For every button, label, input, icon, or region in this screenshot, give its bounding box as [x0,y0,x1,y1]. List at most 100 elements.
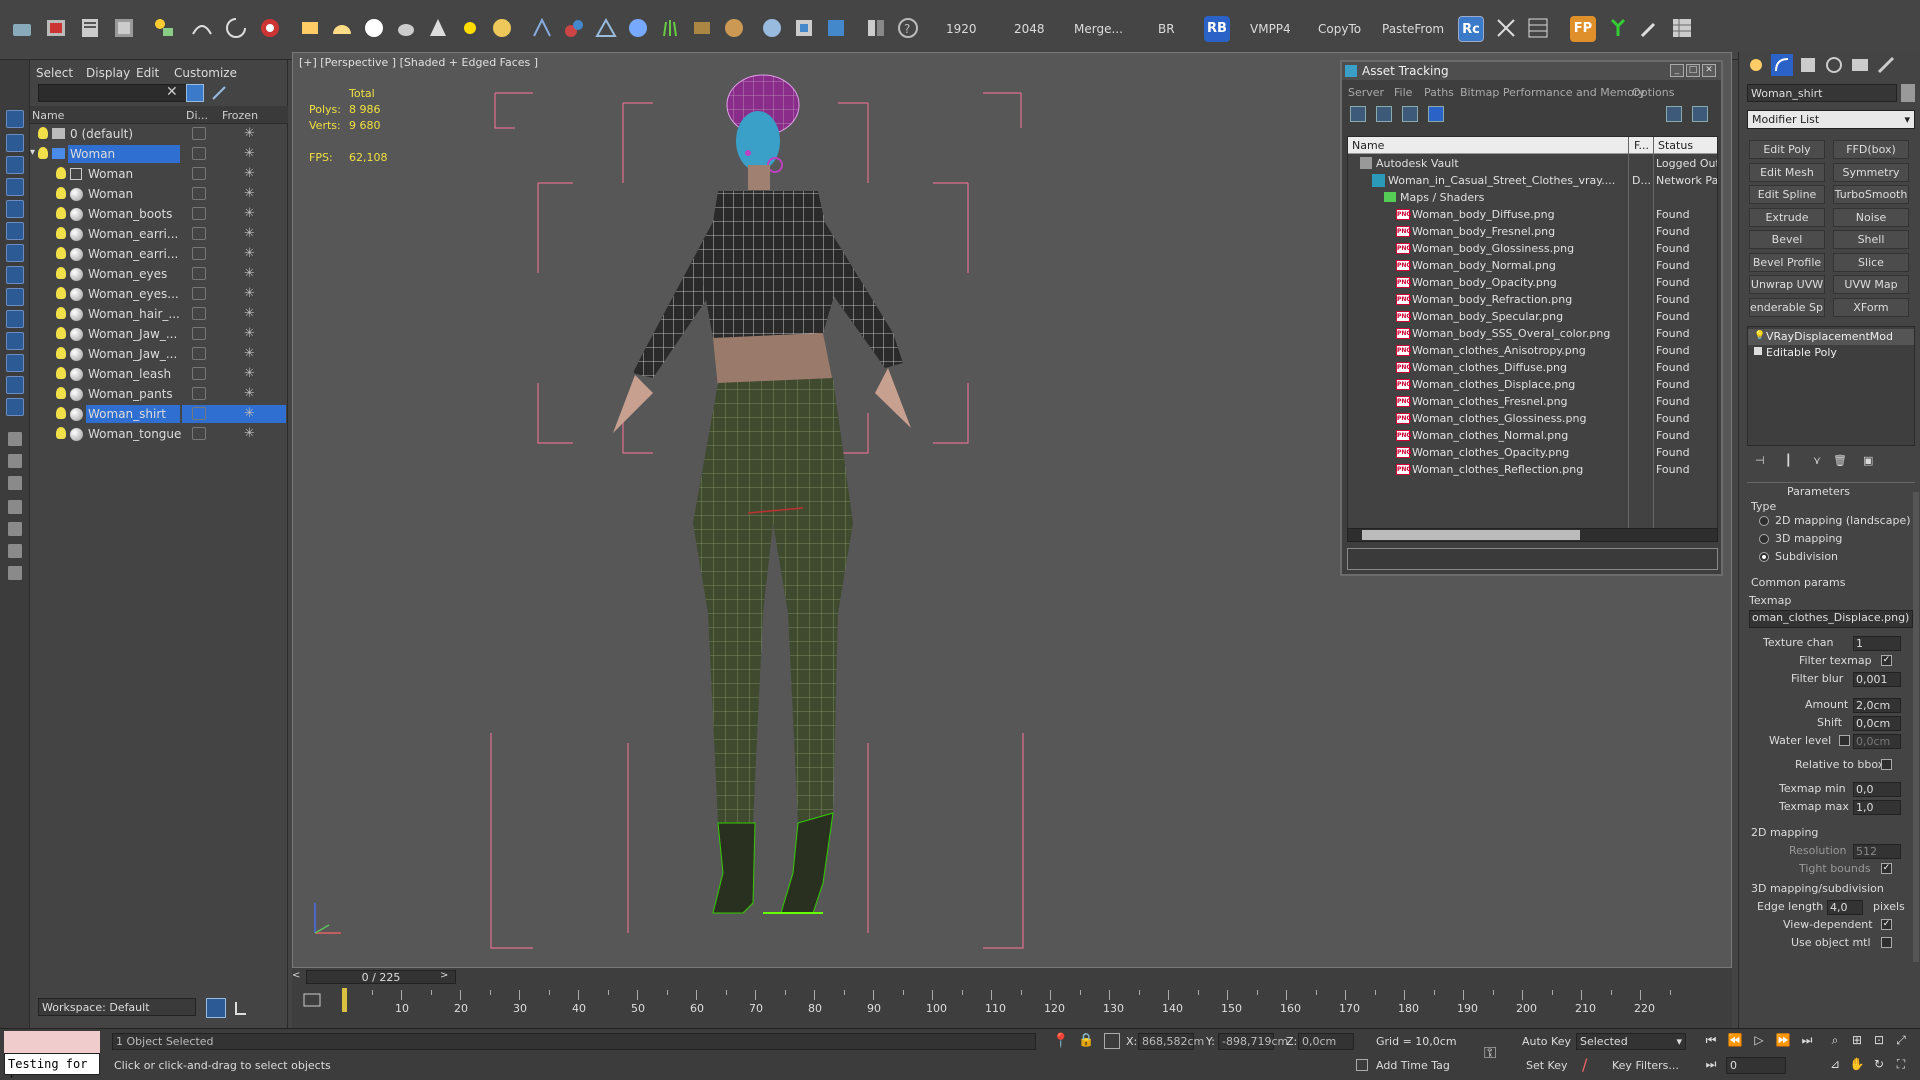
next-frame-icon[interactable]: > [440,970,454,984]
layout-icon[interactable] [864,16,888,40]
absolute-mode-icon[interactable] [1104,1033,1120,1049]
fp-button[interactable]: FP [1570,16,1596,42]
filter-shapes-icon[interactable] [6,200,24,218]
freeze-toggle-icon[interactable]: ✳ [244,286,255,301]
display-none-icon[interactable] [6,134,24,152]
sun-light-icon[interactable] [458,16,482,40]
lightbulb-icon[interactable] [56,427,66,439]
x-coordinate-field[interactable]: 868,582cm [1138,1033,1204,1050]
modifier-button[interactable]: FFD(box) [1833,140,1909,159]
hemisphere-icon[interactable] [330,16,354,40]
go-to-start-icon[interactable]: ⏮ [1702,1031,1720,1049]
modifier-button[interactable]: XForm [1833,297,1909,317]
menu-edit[interactable]: Edit [136,66,159,80]
height-value[interactable]: 2048 [1014,22,1045,36]
teapot-icon[interactable] [394,16,418,40]
maximize-icon[interactable]: □ [1686,64,1700,77]
wrench-icon[interactable] [1638,16,1662,40]
lightbulb-icon[interactable] [56,307,66,319]
asset-row[interactable]: PNG Woman_clothes_Displace.png Found [1348,376,1717,393]
time-cursor[interactable] [342,988,347,1012]
at-col-f[interactable]: F... [1634,139,1649,152]
scene-row[interactable]: Woman ✳ [30,164,288,184]
modifier-button[interactable]: Unwrap UVW [1749,275,1825,294]
modifier-button[interactable]: enderable Splir [1749,297,1825,317]
display-tab-icon[interactable] [1849,54,1871,76]
at-menu-paths[interactable]: Paths [1424,86,1454,99]
display-toggle-icon[interactable] [192,387,206,400]
invert-selection-icon[interactable] [6,156,24,174]
asset-row[interactable]: PNG Woman_clothes_Anisotropy.png Found [1348,342,1717,359]
panel-scrollbar[interactable] [1913,492,1919,962]
previous-frame-icon[interactable]: ⏪ [1726,1031,1744,1049]
radio-3d-label[interactable]: 3D mapping [1775,532,1842,545]
scene-row[interactable]: 0 (default) ✳ [30,124,288,144]
expand-icon[interactable]: ▾ [30,147,35,158]
radio-subdivision[interactable] [1759,552,1769,562]
amount-spinner[interactable]: 2,0cm [1853,698,1901,713]
col-display[interactable]: Di... [186,109,208,122]
plant-icon[interactable] [1606,16,1630,40]
lightbulb-icon[interactable] [56,327,66,339]
scene-row[interactable]: Woman ✳ [30,184,288,204]
thumb-view-icon[interactable] [1402,106,1418,122]
lightbulb-icon[interactable] [56,227,66,239]
merge-button[interactable]: Merge... [1074,22,1123,36]
vray-hdri-icon[interactable] [690,16,714,40]
display-toggle-icon[interactable] [192,267,206,280]
asset-row[interactable]: PNG Woman_clothes_Glossiness.png Found [1348,410,1717,427]
help-icon[interactable]: ? [896,16,920,40]
remove-modifier-icon[interactable]: 🗑 [1833,454,1847,467]
tools-icon[interactable] [1494,16,1518,40]
edge-length-spinner[interactable]: 4,0 [1827,900,1863,915]
frame-buffer-icon[interactable] [824,16,848,40]
walkthrough-icon[interactable]: ⛶ [1892,1055,1910,1073]
stack-item-vraydisplacement[interactable]: VRayDisplacementMod [1748,329,1914,345]
freeze-toggle-icon[interactable]: ✳ [244,266,255,281]
asset-tracking-title[interactable]: Asset Tracking [1342,62,1721,80]
auto-key-button[interactable]: Auto Key [1522,1035,1571,1048]
maxscript-listener-result[interactable] [4,1031,100,1053]
modifier-button[interactable]: TurboSmooth [1833,185,1909,204]
water-level-spinner[interactable]: 0,0cm [1853,734,1901,749]
display-toggle-icon[interactable] [192,127,206,140]
filter-bones-icon[interactable] [6,354,24,372]
lightbulb-icon[interactable] [38,147,48,159]
lightbulb-icon[interactable] [56,207,66,219]
make-unique-icon[interactable]: ⋎ [1813,454,1821,467]
at-menu-file[interactable]: File [1394,86,1412,99]
list-icon[interactable] [8,476,22,490]
at-menu-options[interactable]: Options [1632,86,1674,99]
tight-bounds-checkbox[interactable]: ✓ [1881,863,1892,874]
view-dependent-checkbox[interactable]: ✓ [1881,919,1892,930]
funnel-icon[interactable] [8,522,22,536]
spreadsheet-icon[interactable] [1670,16,1694,40]
texmap-button[interactable]: oman_clothes_Displace.png) [1749,610,1913,628]
lightbulb-icon[interactable] [56,267,66,279]
menu-customize[interactable]: Customize [174,66,237,80]
lightbulb-icon[interactable] [56,187,66,199]
col-name[interactable]: Name [32,109,64,122]
display-toggle-icon[interactable] [192,167,206,180]
scene-row[interactable]: Woman_tongue ✳ [30,424,288,444]
key-filters-button[interactable]: Key Filters... [1612,1059,1679,1072]
scene-row[interactable]: Woman_boots ✳ [30,204,288,224]
asset-row[interactable]: PNG Woman_body_Glossiness.png Found [1348,240,1717,257]
material-editor-icon[interactable] [78,16,102,40]
vray-sphere-icon[interactable] [626,16,650,40]
help-icon[interactable] [1666,106,1682,122]
scene-row[interactable]: Woman_leash ✳ [30,364,288,384]
selection-lock-icon[interactable]: 🔒 [1078,1033,1094,1048]
filter-geometry-icon[interactable] [6,178,24,196]
zoom-all-icon[interactable]: ⊞ [1848,1031,1866,1049]
select-all-icon[interactable] [6,110,24,128]
current-frame-field[interactable]: 0 [1726,1057,1786,1074]
show-end-result-icon[interactable]: ┃ [1785,454,1792,467]
freeze-toggle-icon[interactable]: ✳ [244,346,255,361]
scene-row[interactable]: Woman_eyes ✳ [30,264,288,284]
create-tab-icon[interactable] [1745,54,1767,76]
asset-row[interactable]: PNG Woman_body_Diffuse.png Found [1348,206,1717,223]
modifier-button[interactable]: Extrude [1749,207,1825,227]
utilities-tab-icon[interactable] [1875,54,1897,76]
display-toggle-icon[interactable] [192,247,206,260]
